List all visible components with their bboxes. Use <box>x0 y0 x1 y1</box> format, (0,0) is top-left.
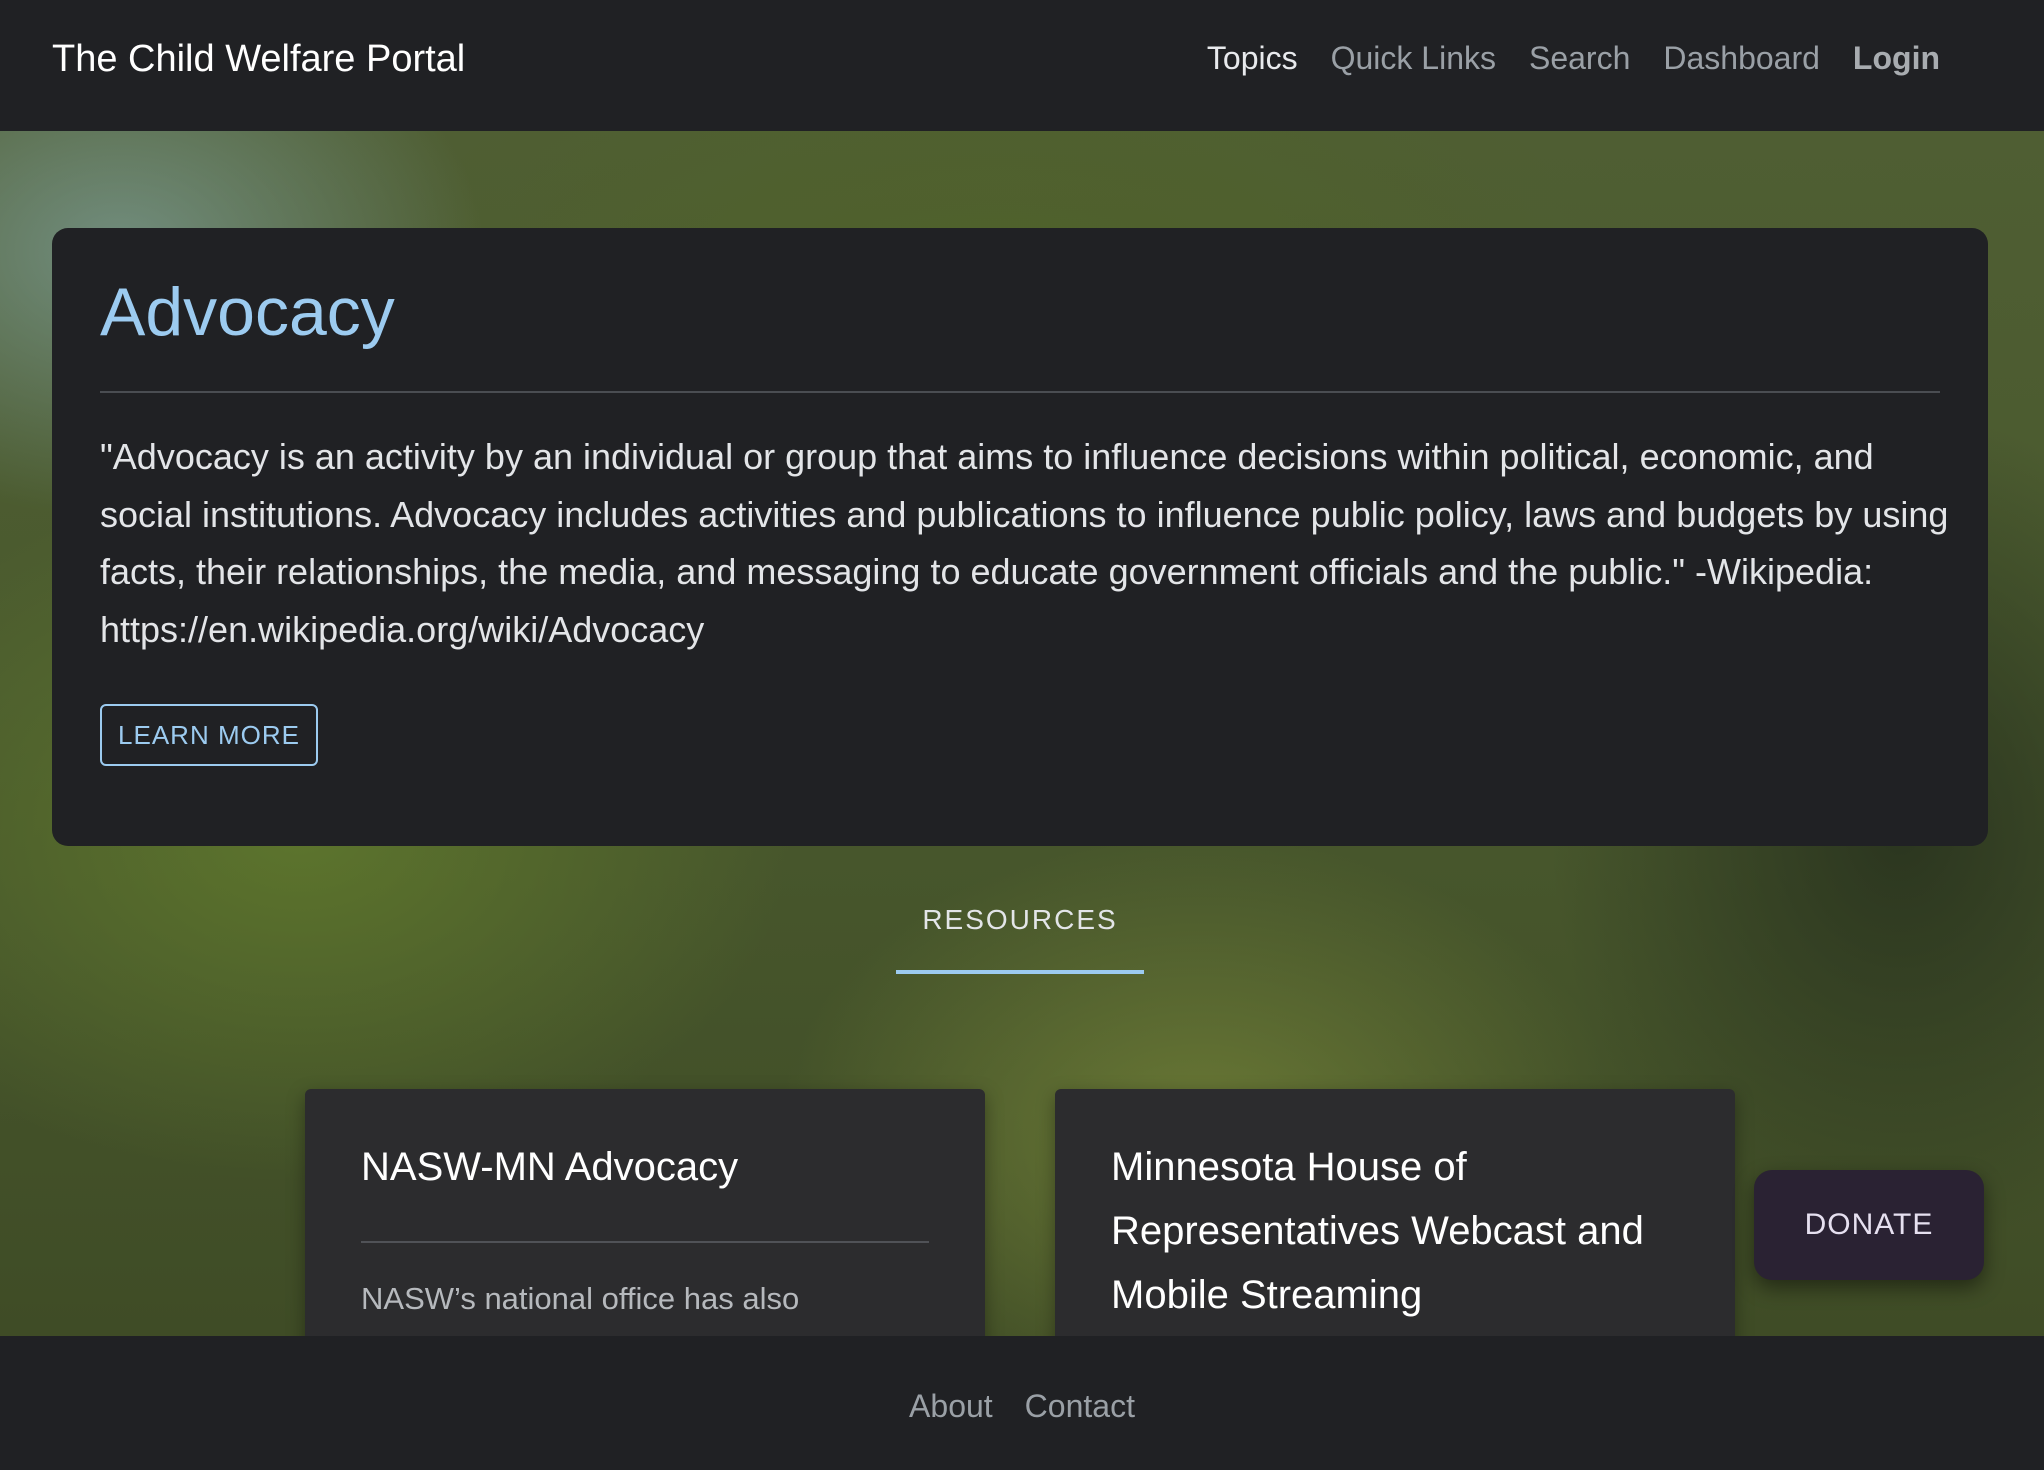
resource-card-text: NASW’s national office has also <box>361 1281 800 1316</box>
hero-description: "Advocacy is an activity by an individua… <box>100 436 1949 650</box>
resource-card-title: NASW-MN Advocacy <box>361 1145 739 1189</box>
nav-login[interactable]: Login <box>1853 40 1940 77</box>
footer-contact-link[interactable]: Contact <box>1025 1388 1135 1425</box>
footer: About Contact <box>0 1336 2044 1470</box>
nav-quick-links[interactable]: Quick Links <box>1331 40 1496 77</box>
resource-card-title: Minnesota House of Representatives Webca… <box>1111 1145 1644 1317</box>
footer-links: About Contact <box>0 1388 2044 1425</box>
nav-topics[interactable]: Topics <box>1207 40 1298 77</box>
hero-divider <box>100 391 1940 393</box>
footer-about-link[interactable]: About <box>909 1388 993 1425</box>
resource-card-divider <box>361 1241 929 1243</box>
page: The Child Welfare Portal Topics Quick Li… <box>0 0 2044 1470</box>
hero-card: Advocacy "Advocacy is an activity by an … <box>52 228 1988 846</box>
learn-more-button[interactable]: LEARN MORE <box>100 704 318 766</box>
nav-menu: Topics Quick Links Search Dashboard Logi… <box>1207 40 1940 77</box>
page-title: Advocacy <box>100 274 395 350</box>
navbar: The Child Welfare Portal Topics Quick Li… <box>0 0 2044 131</box>
hero-background: Advocacy "Advocacy is an activity by an … <box>0 131 2044 1336</box>
donate-button[interactable]: DONATE <box>1754 1170 1984 1280</box>
nav-dashboard[interactable]: Dashboard <box>1663 40 1820 77</box>
resource-card-mn-house[interactable]: Minnesota House of Representatives Webca… <box>1055 1089 1735 1336</box>
tab-resources[interactable]: RESOURCES <box>896 904 1144 974</box>
resource-card-nasw[interactable]: NASW-MN Advocacy NASW’s national office … <box>305 1089 985 1336</box>
nav-search[interactable]: Search <box>1529 40 1630 77</box>
tab-resources-label: RESOURCES <box>922 904 1118 935</box>
brand-link[interactable]: The Child Welfare Portal <box>52 38 465 81</box>
tab-active-indicator <box>896 970 1144 974</box>
